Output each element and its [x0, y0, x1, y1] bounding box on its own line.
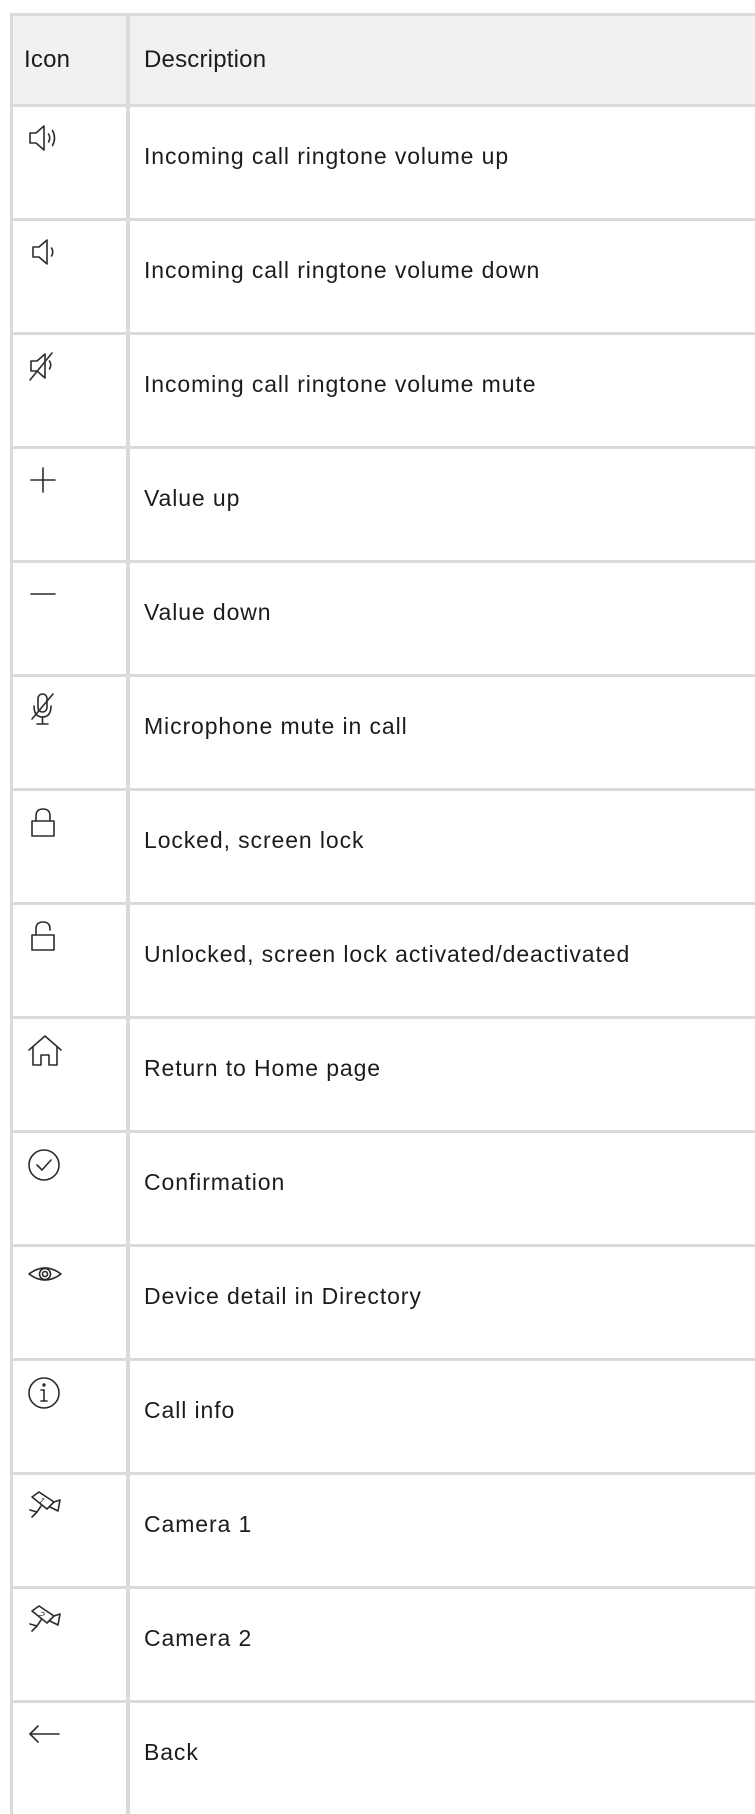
speaker-mute-icon [27, 349, 63, 385]
row-description: Incoming call ringtone volume mute [144, 371, 537, 397]
table-row: Confirmation [13, 1133, 755, 1247]
row-description: Confirmation [144, 1169, 286, 1195]
row-description: Locked, screen lock [144, 827, 365, 853]
row-description: Value down [144, 599, 272, 625]
table-row: 2 Camera 2 [13, 1589, 755, 1703]
row-description: Return to Home page [144, 1055, 382, 1081]
speaker-volume-up-icon [27, 121, 63, 157]
row-description: Camera 1 [144, 1511, 253, 1537]
icon-header-label: Icon [24, 46, 71, 73]
icon-column-header: Icon [13, 16, 130, 104]
minus-icon [27, 577, 63, 613]
table-row: Return to Home page [13, 1019, 755, 1133]
row-description: Incoming call ringtone volume down [144, 257, 541, 283]
lock-closed-icon [27, 805, 63, 841]
description-header-label: Description [144, 46, 267, 73]
check-circle-icon [27, 1147, 63, 1183]
lock-open-icon [27, 919, 63, 955]
row-description: Device detail in Directory [144, 1283, 422, 1309]
table-row: Incoming call ringtone volume mute [13, 335, 755, 449]
table-header-row: Icon Description [13, 16, 755, 107]
table-row: Locked, screen lock [13, 791, 755, 905]
icon-description-table: Icon Description Incoming call ringtone … [10, 13, 755, 1814]
row-description: Camera 2 [144, 1625, 253, 1651]
home-icon [27, 1033, 63, 1069]
eye-icon [27, 1261, 63, 1297]
description-column-header: Description [130, 16, 755, 104]
info-circle-icon [27, 1375, 63, 1411]
table-row: Value up [13, 449, 755, 563]
camera-2-icon: 2 [27, 1603, 63, 1639]
table-row: Incoming call ringtone volume up [13, 107, 755, 221]
camera-number-label: 1 [37, 1495, 47, 1506]
row-description: Microphone mute in call [144, 713, 408, 739]
table-row: Value down [13, 563, 755, 677]
table-row: Unlocked, screen lock activated/deactiva… [13, 905, 755, 1019]
camera-1-icon: 1 [27, 1489, 63, 1525]
microphone-mute-icon [27, 691, 63, 727]
table-row: Back [13, 1703, 755, 1814]
row-description: Incoming call ringtone volume up [144, 143, 510, 169]
row-description: Call info [144, 1397, 236, 1423]
table-row: Call info [13, 1361, 755, 1475]
row-description: Value up [144, 485, 241, 511]
table-row: Microphone mute in call [13, 677, 755, 791]
arrow-left-icon [27, 1717, 63, 1753]
speaker-volume-down-icon [27, 235, 63, 271]
row-description: Unlocked, screen lock activated/deactiva… [144, 941, 631, 967]
table-row: Incoming call ringtone volume down [13, 221, 755, 335]
table-row: 1 Camera 1 [13, 1475, 755, 1589]
row-description: Back [144, 1739, 199, 1765]
table-row: Device detail in Directory [13, 1247, 755, 1361]
plus-icon [27, 463, 63, 499]
